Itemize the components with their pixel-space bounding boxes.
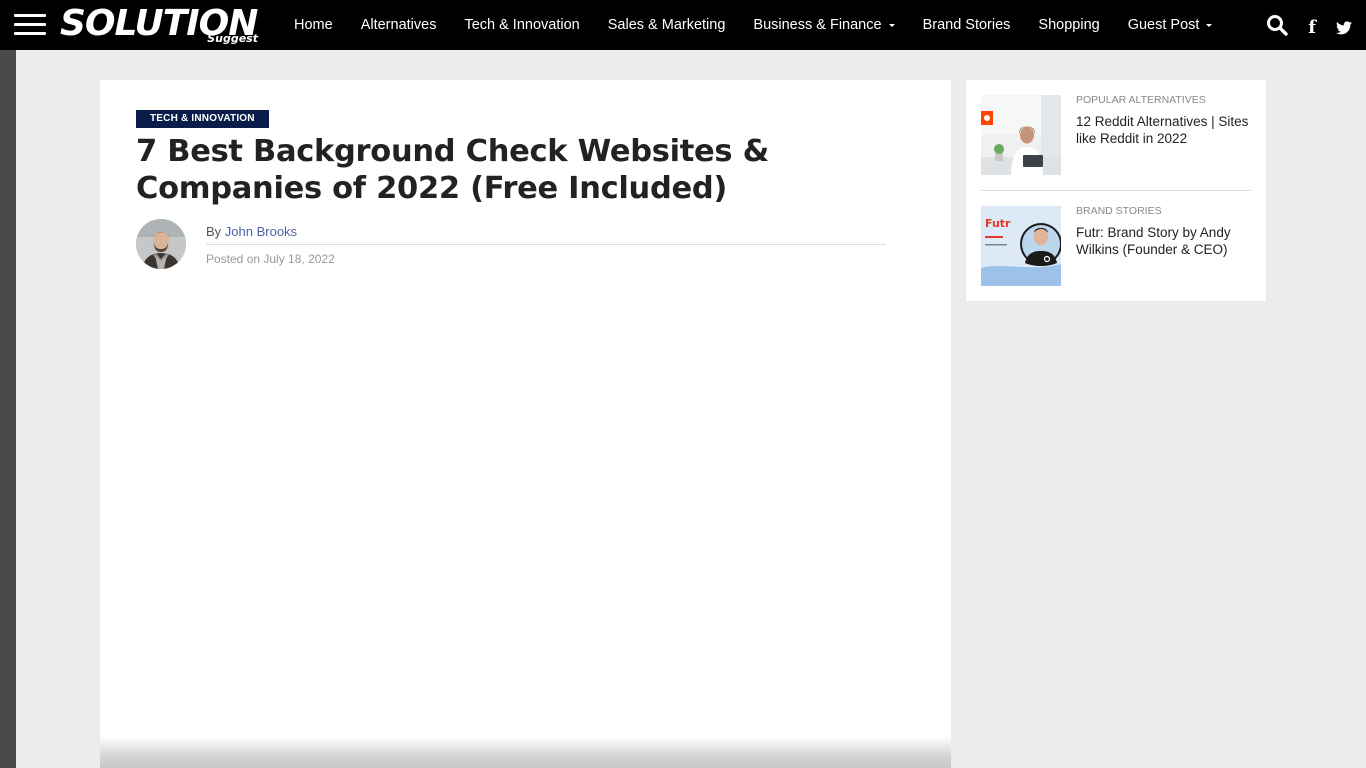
by-label: By	[206, 224, 222, 239]
site-logo[interactable]: SOLUTION Suggest	[60, 2, 262, 48]
byline: By John Brooks	[206, 224, 297, 239]
post-category[interactable]: POPULAR ALTERNATIVES	[1076, 94, 1251, 106]
nav-item-business-finance[interactable]: Business & Finance	[739, 0, 908, 50]
nav-item-label: Sales & Marketing	[607, 17, 726, 33]
author-link[interactable]: John Brooks	[225, 224, 297, 239]
nav-item-alternatives[interactable]: Alternatives	[347, 0, 451, 50]
thumbnail-text: Futr	[985, 217, 1011, 230]
nav-item-tech-innovation[interactable]: Tech & Innovation	[450, 0, 593, 50]
nav-item-label: Home	[294, 17, 333, 33]
sidebar-divider	[981, 190, 1251, 191]
main-menu: Home Alternatives Tech & Innovation Sale…	[280, 0, 1226, 50]
twitter-icon[interactable]	[1336, 21, 1352, 35]
left-edge-bar	[0, 50, 16, 768]
nav-item-brand-stories[interactable]: Brand Stories	[909, 0, 1025, 50]
nav-icon-group: f	[1246, 0, 1352, 50]
nav-item-label: Guest Post	[1127, 17, 1200, 33]
top-navigation: SOLUTION Suggest Home Alternatives Tech …	[0, 0, 1366, 50]
search-icon[interactable]	[1266, 14, 1288, 36]
nav-item-shopping[interactable]: Shopping	[1024, 0, 1113, 50]
hamburger-menu-icon[interactable]	[14, 14, 46, 36]
nav-item-guest-post[interactable]: Guest Post	[1114, 0, 1227, 50]
nav-item-label: Tech & Innovation	[464, 17, 580, 33]
caret-down-icon	[888, 23, 895, 27]
author-avatar[interactable]	[136, 219, 186, 269]
post-title[interactable]: Futr: Brand Story by Andy Wilkins (Found…	[1076, 224, 1251, 258]
sidebar-post-futr-brand-story[interactable]: Futr BRAND STORIES Futr: Brand Story by …	[981, 205, 1251, 286]
article-main: TECH & INNOVATION 7 Best Background Chec…	[100, 80, 951, 768]
sidebar-post-reddit-alternatives[interactable]: POPULAR ALTERNATIVES 12 Reddit Alternati…	[981, 94, 1251, 175]
content-fade	[100, 736, 951, 768]
post-category[interactable]: BRAND STORIES	[1076, 205, 1251, 217]
nav-item-label: Alternatives	[360, 17, 437, 33]
nav-item-home[interactable]: Home	[280, 0, 347, 50]
nav-item-label: Business & Finance	[753, 17, 882, 33]
nav-item-label: Shopping	[1038, 17, 1100, 33]
post-thumbnail[interactable]: Futr	[981, 206, 1061, 286]
post-title[interactable]: 12 Reddit Alternatives | Sites like Redd…	[1076, 113, 1251, 147]
nav-item-label: Brand Stories	[922, 17, 1011, 33]
post-thumbnail[interactable]	[981, 95, 1061, 175]
posted-date: Posted on July 18, 2022	[206, 252, 335, 266]
caret-down-icon	[1206, 23, 1213, 27]
category-badge[interactable]: TECH & INNOVATION	[136, 110, 269, 128]
logo-subtitle: Suggest	[207, 32, 258, 45]
meta-divider	[206, 244, 886, 245]
facebook-icon[interactable]: f	[1308, 19, 1316, 37]
article-title: 7 Best Background Check Websites & Compa…	[136, 134, 769, 206]
nav-item-sales-marketing[interactable]: Sales & Marketing	[594, 0, 740, 50]
sidebar-widget: POPULAR ALTERNATIVES 12 Reddit Alternati…	[966, 80, 1266, 301]
